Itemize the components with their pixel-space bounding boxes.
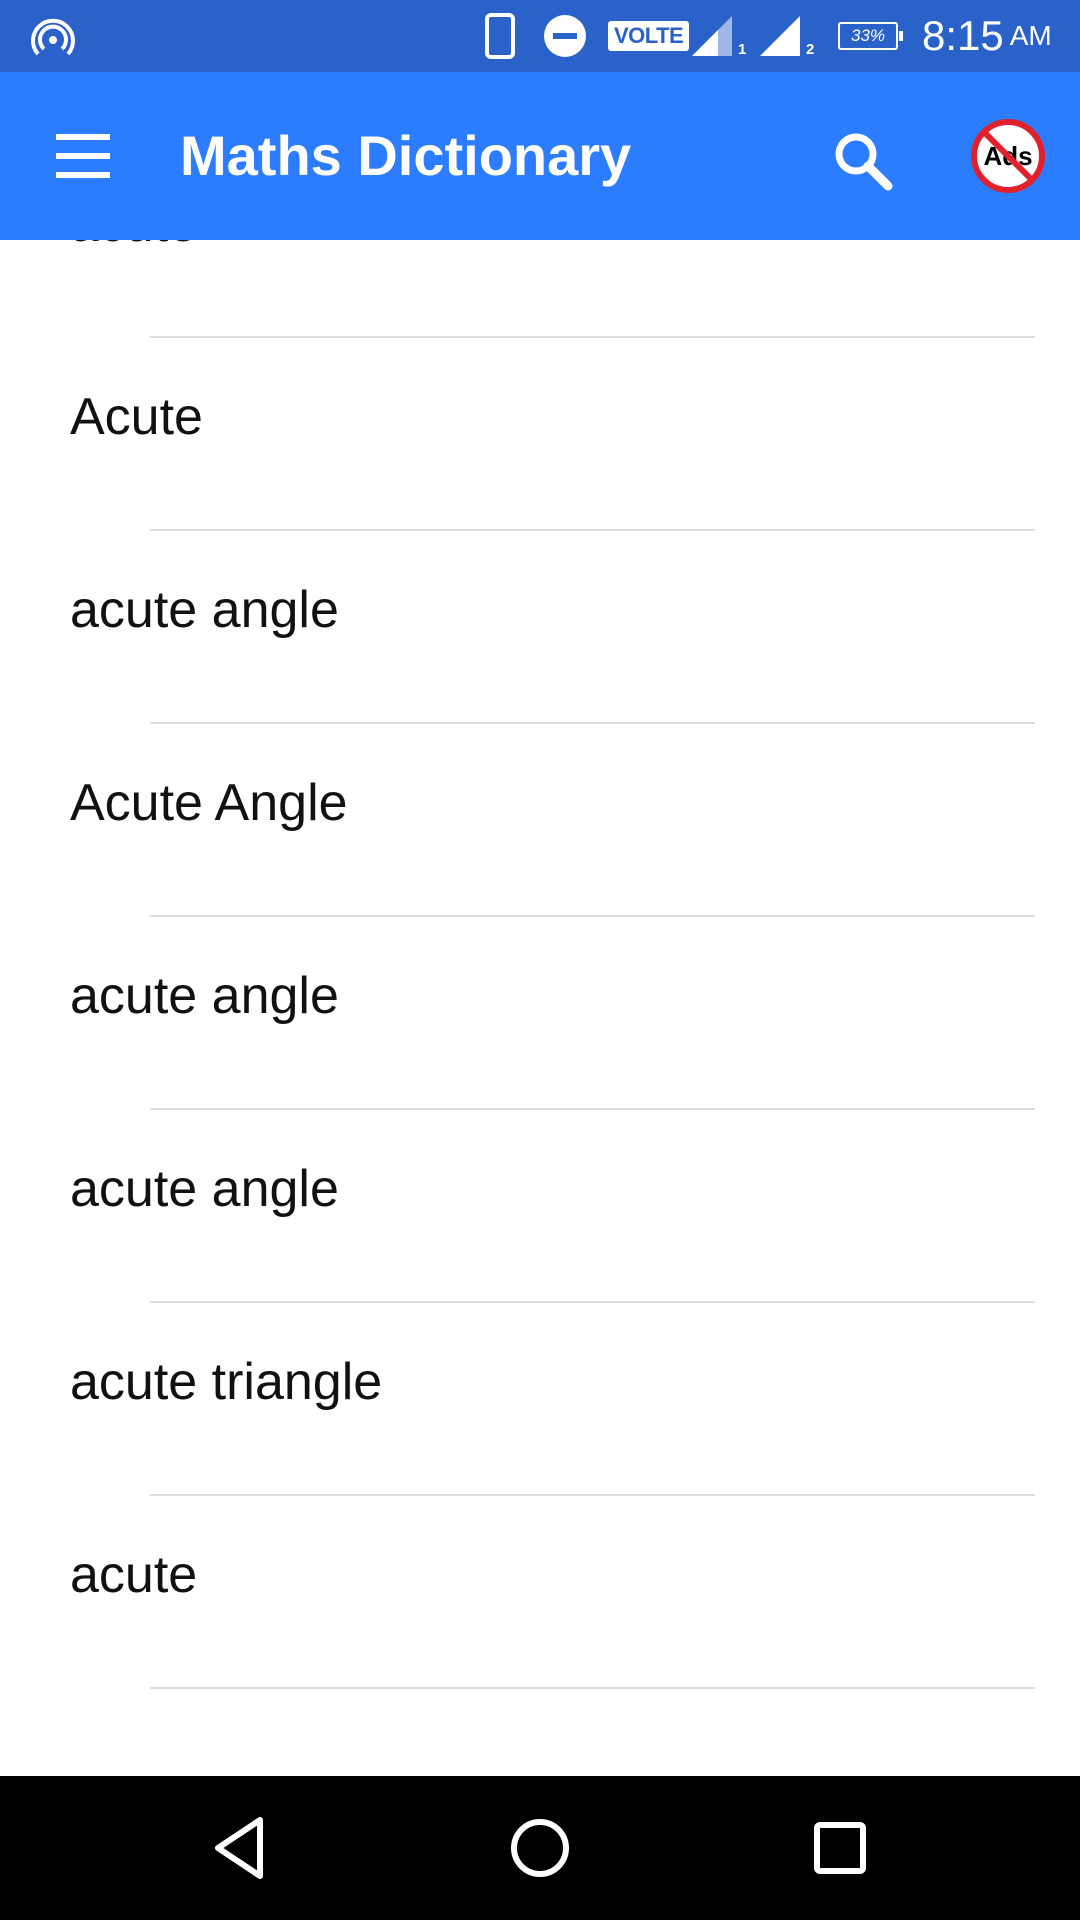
term-label: acute: [70, 1546, 198, 1604]
home-button[interactable]: [504, 1812, 576, 1884]
volte-icon: VOLTE: [608, 0, 690, 72]
search-button[interactable]: [826, 124, 902, 200]
nav-bar: [0, 1776, 1080, 1920]
term-label: acute angle: [70, 967, 339, 1025]
menu-button[interactable]: [52, 130, 116, 182]
list-item[interactable]: acute angle: [0, 531, 1080, 724]
no-ads-button[interactable]: Ads: [970, 118, 1046, 194]
signal-sim2-icon: 2: [758, 0, 818, 72]
menu-icon-line: [56, 134, 110, 140]
home-icon: [511, 1819, 569, 1877]
term-list: acute Acute acute angle Acute Angle acut…: [0, 240, 1080, 1776]
hotspot-icon: [30, 0, 76, 72]
clock-ampm: AM: [1009, 20, 1052, 51]
search-icon: [835, 133, 893, 191]
menu-icon-line: [56, 153, 110, 159]
term-list-inner: acute Acute acute angle Acute Angle acut…: [0, 240, 1080, 1689]
term-label: acute angle: [70, 581, 339, 639]
list-item[interactable]: Acute: [0, 338, 1080, 531]
sim1-label: 1: [738, 41, 747, 58]
recents-icon: [814, 1822, 866, 1874]
no-ads-icon: Ads: [971, 119, 1045, 193]
back-icon: [215, 1817, 263, 1879]
battery-level: 33%: [850, 26, 886, 45]
phone-icon: [484, 0, 516, 72]
term-label: acute: [70, 240, 197, 303]
back-button[interactable]: [204, 1812, 276, 1884]
clock-time: 8:15: [922, 12, 1004, 59]
menu-icon-line: [56, 172, 110, 178]
list-item[interactable]: acute: [0, 1496, 1080, 1689]
do-not-disturb-icon: [543, 0, 587, 72]
term-label: Acute Angle: [70, 774, 348, 832]
battery-icon: 33%: [838, 22, 903, 50]
list-item[interactable]: acute angle: [0, 1110, 1080, 1303]
list-item[interactable]: Acute Angle: [0, 724, 1080, 917]
app-bar: Maths Dictionary Ads: [0, 72, 1080, 240]
clock: 8:15 AM: [922, 0, 1052, 72]
term-label: Acute: [70, 388, 203, 446]
app-title: Maths Dictionary: [180, 124, 632, 187]
list-item[interactable]: acute angle: [0, 917, 1080, 1110]
sim2-label: 2: [806, 41, 815, 58]
signal-sim1-icon: 1: [690, 0, 750, 72]
list-item[interactable]: acute: [0, 240, 1080, 338]
term-label: acute triangle: [70, 1353, 383, 1411]
list-item[interactable]: acute triangle: [0, 1303, 1080, 1496]
recents-button[interactable]: [804, 1812, 876, 1884]
divider: [150, 1687, 1035, 1689]
term-label: acute angle: [70, 1160, 339, 1218]
status-bar: VOLTE 1 2 33% 8:15 AM: [0, 0, 1080, 72]
volte-label: VOLTE: [608, 21, 690, 51]
